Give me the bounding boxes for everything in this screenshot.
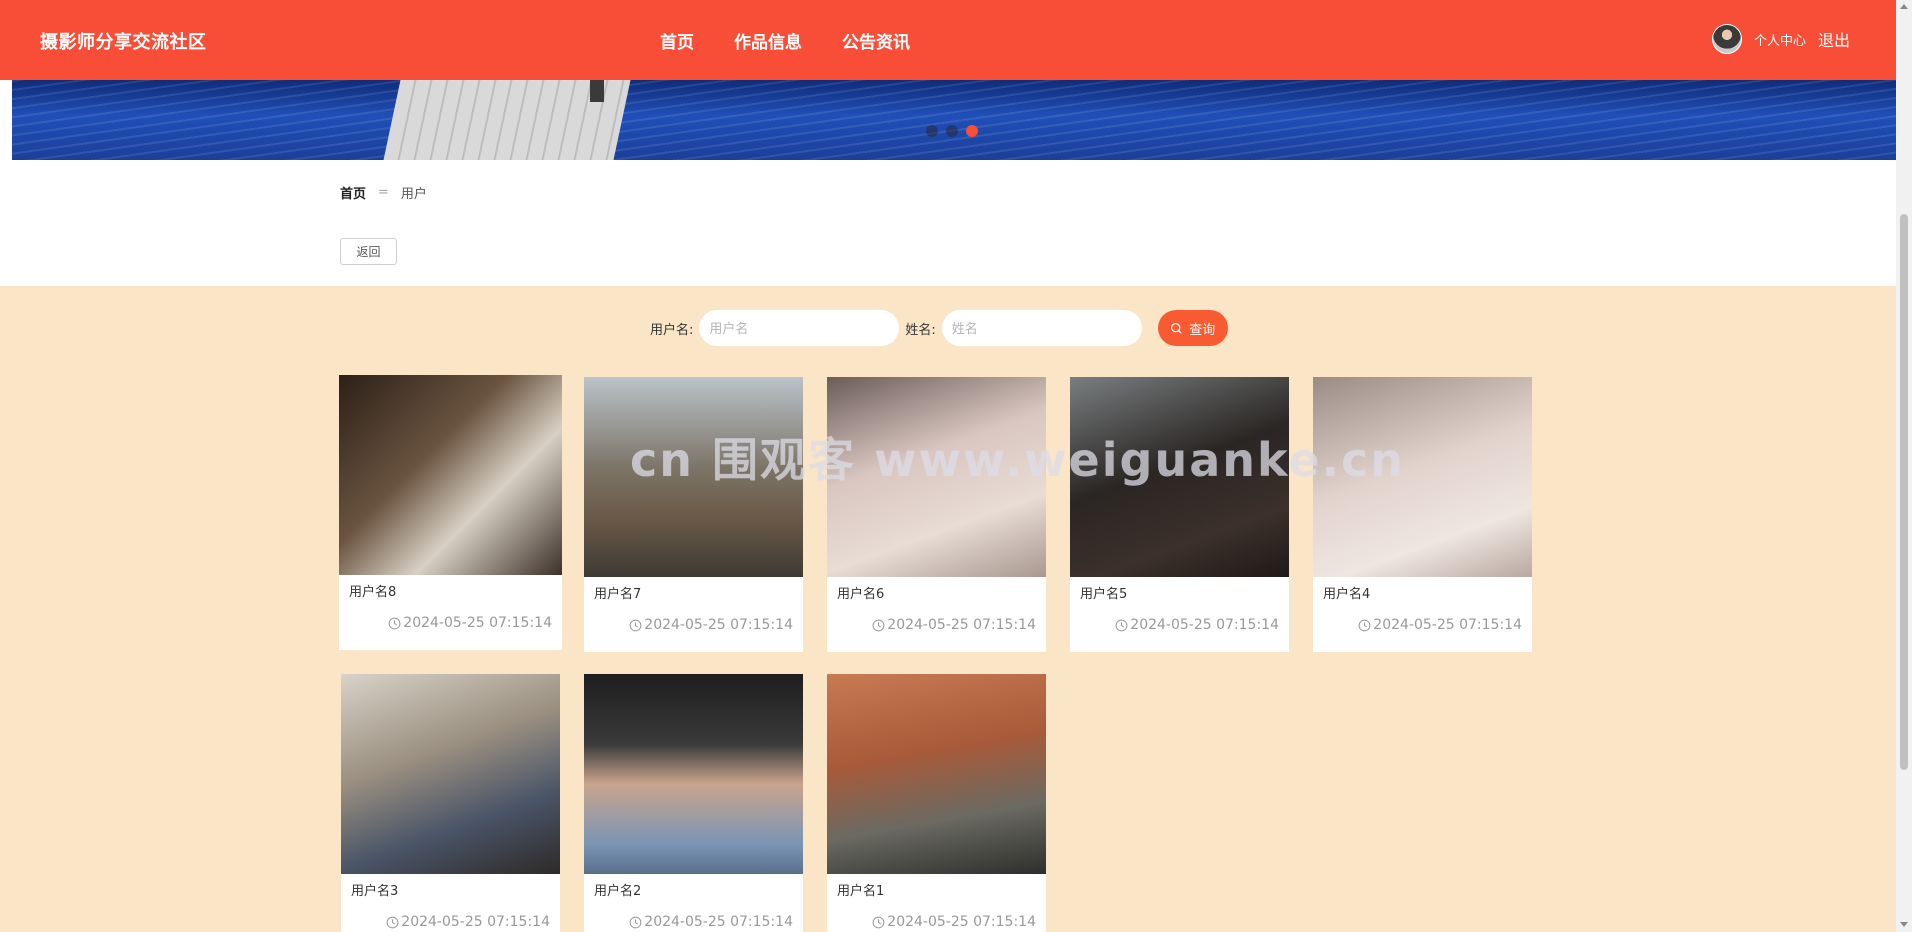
carousel-indicators xyxy=(926,125,978,137)
user-card-time-text: 2024-05-25 07:15:14 xyxy=(887,617,1036,633)
user-card-time: 2024-05-25 07:15:14 xyxy=(872,914,1036,930)
carousel-dot-3[interactable] xyxy=(966,125,978,137)
clock-icon xyxy=(629,619,642,631)
user-card-8[interactable]: 用户名8 2024-05-25 07:15:14 xyxy=(339,375,562,650)
user-card-time-text: 2024-05-25 07:15:14 xyxy=(403,615,552,631)
breadcrumb-current: 用户 xyxy=(400,187,427,202)
clock-icon xyxy=(386,916,399,928)
breadcrumb-home[interactable]: 首页 xyxy=(340,183,366,202)
user-photo xyxy=(339,375,562,575)
user-area: 个人中心 退出 xyxy=(1711,24,1850,54)
user-card-name: 用户名7 xyxy=(594,587,642,602)
user-photo xyxy=(341,674,560,874)
user-card-2[interactable]: 用户名2 2024-05-25 07:15:14 xyxy=(584,674,803,932)
user-card-name: 用户名3 xyxy=(351,884,399,899)
site-brand[interactable]: 摄影师分享交流社区 xyxy=(40,28,207,54)
user-card-5[interactable]: 用户名5 2024-05-25 07:15:14 xyxy=(1070,377,1289,652)
nav-announcements[interactable]: 公告资讯 xyxy=(842,28,910,53)
user-card-name: 用户名2 xyxy=(594,884,642,899)
user-center-link[interactable]: 个人中心 xyxy=(1754,30,1806,49)
user-card-time: 2024-05-25 07:15:14 xyxy=(629,617,793,633)
scroll-thumb[interactable] xyxy=(1900,214,1908,770)
user-card-time-text: 2024-05-25 07:15:14 xyxy=(644,617,793,633)
user-card-1[interactable]: 用户名1 2024-05-25 07:15:14 xyxy=(827,674,1046,932)
breadcrumb-separator: = xyxy=(378,185,389,200)
user-card-time-text: 2024-05-25 07:15:14 xyxy=(887,914,1036,930)
user-card-time: 2024-05-25 07:15:14 xyxy=(388,615,552,631)
user-card-time-text: 2024-05-25 07:15:14 xyxy=(1130,617,1279,633)
page-scrollbar[interactable] xyxy=(1896,0,1912,932)
watermark: cn 围观客 www.weiguanke.cn xyxy=(630,433,1406,487)
user-card-4[interactable]: 用户名4 2024-05-25 07:15:14 xyxy=(1313,377,1532,652)
search-icon xyxy=(1171,322,1183,334)
avatar[interactable] xyxy=(1711,24,1742,54)
user-photo xyxy=(827,674,1046,874)
name-input[interactable] xyxy=(941,310,1142,346)
scroll-down-arrow-icon[interactable] xyxy=(1900,922,1908,927)
logout-link[interactable]: 退出 xyxy=(1818,27,1850,51)
user-card-time: 2024-05-25 07:15:14 xyxy=(1358,617,1522,633)
clock-icon xyxy=(1358,619,1371,631)
clock-icon xyxy=(1115,619,1128,631)
username-input[interactable] xyxy=(699,310,900,346)
nav-home[interactable]: 首页 xyxy=(660,28,694,53)
scroll-up-arrow-icon[interactable] xyxy=(1900,4,1908,9)
top-header: 摄影师分享交流社区 首页 作品信息 公告资讯 个人中心 退出 xyxy=(0,0,1896,80)
user-card-name: 用户名8 xyxy=(349,585,397,600)
user-list-section: 用户名: 姓名: 查询 用户名8 2024-05-25 07:15:14 用户名… xyxy=(0,286,1896,932)
user-card-name: 用户名6 xyxy=(837,587,885,602)
user-card-3[interactable]: 用户名3 2024-05-25 07:15:14 xyxy=(341,674,560,932)
clock-icon xyxy=(872,619,885,631)
clock-icon xyxy=(388,617,401,629)
main-nav: 首页 作品信息 公告资讯 xyxy=(660,28,910,53)
user-card-time: 2024-05-25 07:15:14 xyxy=(1115,617,1279,633)
user-card-7[interactable]: 用户名7 2024-05-25 07:15:14 xyxy=(584,377,803,652)
username-label: 用户名: xyxy=(650,322,694,338)
user-photo xyxy=(584,674,803,874)
banner-carousel xyxy=(12,80,1896,160)
banner-image-post xyxy=(590,80,604,102)
user-card-6[interactable]: 用户名6 2024-05-25 07:15:14 xyxy=(827,377,1046,652)
user-card-time-text: 2024-05-25 07:15:14 xyxy=(1373,617,1522,633)
clock-icon xyxy=(872,916,885,928)
search-bar: 用户名: 姓名: 查询 xyxy=(650,310,1228,346)
user-card-time-text: 2024-05-25 07:15:14 xyxy=(644,914,793,930)
search-button-label: 查询 xyxy=(1189,321,1216,337)
user-card-time-text: 2024-05-25 07:15:14 xyxy=(401,914,550,930)
back-button[interactable]: 返回 xyxy=(340,238,397,265)
nav-works[interactable]: 作品信息 xyxy=(734,28,802,53)
user-card-time: 2024-05-25 07:15:14 xyxy=(629,914,793,930)
search-button[interactable]: 查询 xyxy=(1157,310,1228,346)
carousel-dot-1[interactable] xyxy=(926,125,938,137)
breadcrumb: 首页 = 用户 xyxy=(340,183,427,202)
user-card-time: 2024-05-25 07:15:14 xyxy=(386,914,550,930)
user-card-name: 用户名4 xyxy=(1323,587,1371,602)
user-card-time: 2024-05-25 07:15:14 xyxy=(872,617,1036,633)
user-card-name: 用户名1 xyxy=(837,884,885,899)
name-label: 姓名: xyxy=(905,322,936,338)
carousel-dot-2[interactable] xyxy=(946,125,958,137)
clock-icon xyxy=(629,916,642,928)
user-card-name: 用户名5 xyxy=(1080,587,1128,602)
